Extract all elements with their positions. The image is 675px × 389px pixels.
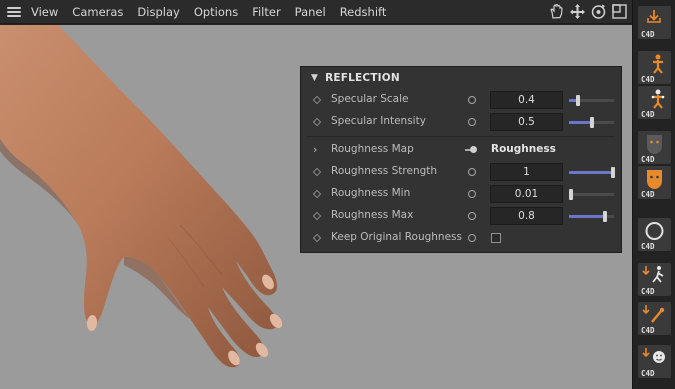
right-toolbar: C4D C4D C4D C4D C4D C4D C4D C4D C4D	[632, 0, 675, 389]
c4d-badge: C4D	[641, 75, 655, 84]
c4d-brush-icon: C4D	[641, 305, 665, 335]
keyframe-diamond-icon[interactable]	[312, 117, 322, 127]
roughness-max-field[interactable]: 0.8	[490, 207, 563, 225]
c4d-badge: C4D	[641, 369, 655, 378]
menu-panel[interactable]: Panel	[295, 5, 326, 19]
keyframe-diamond-icon[interactable]	[312, 189, 322, 199]
move-arrows-icon[interactable]	[569, 3, 586, 20]
menu-display[interactable]: Display	[137, 5, 179, 19]
animate-circle-icon[interactable]	[468, 118, 476, 126]
c4d-figure-icon: C4D	[641, 54, 663, 84]
param-roughness-max: Roughness Max 0.8	[301, 205, 621, 227]
collapse-chevron-icon[interactable]: ▼	[311, 73, 318, 83]
roughness-min-slider[interactable]	[569, 189, 614, 200]
specular-scale-slider[interactable]	[569, 95, 614, 106]
animate-circle-icon[interactable]	[468, 168, 476, 176]
animate-circle-icon[interactable]	[468, 212, 476, 220]
c4d-face-dark-icon: C4D	[641, 135, 662, 164]
roughness-map-name[interactable]: Roughness	[491, 143, 556, 155]
param-label: Specular Scale	[331, 93, 409, 105]
link-dot-icon[interactable]	[465, 146, 479, 154]
menu-options[interactable]: Options	[194, 5, 238, 19]
specular-scale-field[interactable]: 0.4	[490, 91, 563, 109]
keyframe-diamond-icon[interactable]	[312, 233, 322, 243]
c4d-rig-tool[interactable]: C4D	[638, 86, 671, 119]
c4d-badge: C4D	[641, 110, 655, 119]
menu-bar: View Cameras Display Options Filter Pane…	[0, 0, 632, 24]
expand-arrow-icon[interactable]: ›	[313, 143, 317, 156]
c4d-walk-tool[interactable]: C4D	[638, 263, 671, 296]
param-roughness-min: Roughness Min 0.01	[301, 183, 621, 205]
param-roughness-strength: Roughness Strength 1	[301, 161, 621, 183]
c4d-walk-icon: C4D	[641, 266, 664, 296]
keyframe-diamond-icon[interactable]	[312, 211, 322, 221]
c4d-badge: C4D	[641, 326, 655, 335]
c4d-badge: C4D	[641, 30, 655, 39]
c4d-badge: C4D	[641, 190, 655, 199]
divider	[307, 136, 615, 137]
roughness-max-slider[interactable]	[569, 211, 614, 222]
menu-view[interactable]: View	[31, 5, 58, 19]
roughness-min-field[interactable]: 0.01	[490, 185, 563, 203]
specular-intensity-field[interactable]: 0.5	[490, 113, 563, 131]
param-specular-intensity: Specular Intensity 0.5	[301, 111, 621, 133]
c4d-sphere-icon: C4D	[641, 222, 664, 251]
param-label: Specular Intensity	[331, 115, 426, 127]
param-roughness-map: › Roughness Map Roughness	[301, 139, 621, 161]
specular-intensity-slider[interactable]	[569, 117, 614, 128]
c4d-import-icon: C4D	[641, 10, 661, 39]
keyframe-diamond-icon[interactable]	[312, 167, 322, 177]
c4d-smiley-icon: C4D	[641, 348, 665, 378]
c4d-figure-tool[interactable]: C4D	[638, 51, 671, 84]
animate-circle-icon[interactable]	[468, 96, 476, 104]
hamburger-menu-icon[interactable]	[7, 6, 21, 17]
menu-redshift[interactable]: Redshift	[340, 5, 387, 19]
animate-circle-icon[interactable]	[468, 190, 476, 198]
param-label: Roughness Max	[331, 209, 414, 221]
c4d-rig-icon: C4D	[641, 89, 665, 119]
menu-filter[interactable]: Filter	[252, 5, 280, 19]
hand-pan-icon[interactable]	[548, 3, 565, 20]
param-specular-scale: Specular Scale 0.4	[301, 89, 621, 111]
viewport-nav-icons	[548, 3, 628, 20]
reflection-panel: ▼ REFLECTION Specular Scale 0.4 Specular…	[300, 66, 622, 253]
param-keep-original-roughness: Keep Original Roughness	[301, 227, 621, 249]
c4d-face-skin-tool[interactable]: C4D	[638, 166, 671, 199]
menu-cameras[interactable]: Cameras	[72, 5, 123, 19]
param-label: Roughness Strength	[331, 165, 438, 177]
c4d-badge: C4D	[641, 155, 655, 164]
c4d-badge: C4D	[641, 242, 655, 251]
panel-title: REFLECTION	[325, 72, 400, 84]
c4d-face-dark-tool[interactable]: C4D	[638, 131, 671, 164]
roughness-strength-field[interactable]: 1	[490, 163, 563, 181]
roughness-strength-slider[interactable]	[569, 167, 615, 178]
param-label: Keep Original Roughness	[331, 231, 462, 243]
orbit-icon[interactable]	[590, 3, 607, 20]
c4d-badge: C4D	[641, 287, 655, 296]
c4d-smiley-tool[interactable]: C4D	[638, 345, 671, 378]
param-label: Roughness Min	[331, 187, 411, 199]
keep-original-roughness-checkbox[interactable]	[491, 233, 501, 243]
maximize-view-icon[interactable]	[611, 3, 628, 20]
keyframe-diamond-icon[interactable]	[312, 95, 322, 105]
animate-circle-icon[interactable]	[468, 234, 476, 242]
c4d-import-tool[interactable]: C4D	[638, 6, 671, 39]
reflection-panel-header[interactable]: ▼ REFLECTION	[301, 67, 621, 89]
c4d-sphere-tool[interactable]: C4D	[638, 218, 671, 251]
c4d-face-skin-icon: C4D	[641, 170, 662, 199]
3d-viewport[interactable]: ▼ REFLECTION Specular Scale 0.4 Specular…	[0, 25, 632, 389]
c4d-brush-tool[interactable]: C4D	[638, 302, 671, 335]
param-label: Roughness Map	[331, 143, 414, 155]
